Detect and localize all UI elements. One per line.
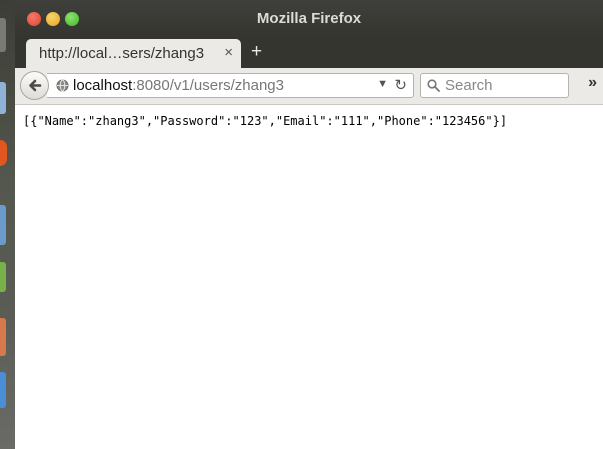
page-content: [{"Name":"zhang3","Password":"123","Emai… (15, 105, 603, 449)
launcher-item[interactable] (0, 262, 6, 292)
launcher-item[interactable] (0, 205, 6, 245)
launcher-item[interactable] (0, 82, 6, 114)
url-text: localhost:8080/v1/users/zhang3 (73, 77, 284, 94)
new-tab-button[interactable]: + (251, 41, 262, 63)
tab-label: http://local…sers/zhang3 (39, 45, 205, 62)
reload-icon[interactable]: ↻ (394, 76, 407, 94)
globe-icon (56, 79, 69, 97)
launcher-item[interactable] (0, 318, 6, 356)
search-placeholder: Search (445, 77, 493, 94)
tab-close-button[interactable]: × (224, 44, 233, 61)
history-dropdown-icon[interactable]: ▼ (377, 78, 388, 90)
magnifier-icon (427, 79, 440, 92)
back-button[interactable] (20, 71, 49, 100)
search-input[interactable]: Search (420, 73, 569, 98)
navigation-toolbar: localhost:8080/v1/users/zhang3 ▼ ↻ Searc… (15, 68, 603, 105)
desktop-launcher (0, 0, 16, 449)
launcher-item[interactable] (0, 372, 6, 408)
url-bar[interactable]: localhost:8080/v1/users/zhang3 ▼ ↻ (47, 73, 414, 98)
launcher-item[interactable] (0, 140, 7, 166)
json-response-text: [{"Name":"zhang3","Password":"123","Emai… (23, 114, 508, 128)
title-bar: Mozilla Firefox (15, 0, 603, 38)
url-path: :8080/v1/users/zhang3 (132, 77, 284, 94)
toolbar-overflow-button[interactable]: » (588, 74, 597, 92)
url-host: localhost (73, 77, 133, 94)
window-title: Mozilla Firefox (256, 10, 362, 27)
tab-active[interactable]: http://local…sers/zhang3 × (26, 39, 241, 69)
tab-strip: http://local…sers/zhang3 × + (15, 38, 603, 69)
launcher-item[interactable] (0, 18, 6, 52)
back-arrow-icon (29, 79, 42, 92)
